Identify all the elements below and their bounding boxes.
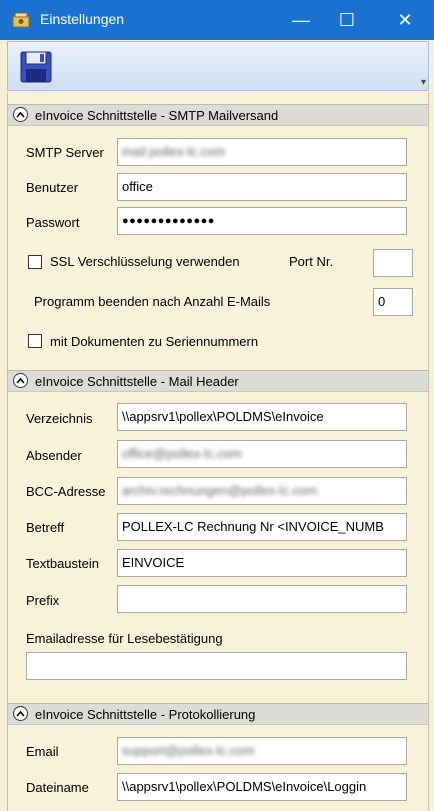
sender-label: Absender (26, 448, 82, 463)
log-email-value: support@pollex-lc.com (122, 743, 255, 758)
save-icon[interactable] (18, 49, 54, 85)
port-label: Port Nr. (289, 254, 334, 269)
section-title: eInvoice Schnittstelle - Protokollierung (35, 707, 256, 722)
collapse-icon[interactable] (13, 107, 28, 122)
smtp-server-input[interactable]: mail.pollex-lc.com (117, 138, 407, 166)
user-label: Benutzer (26, 180, 79, 195)
password-label: Passwort (26, 215, 80, 230)
sender-value: office@pollex-lc.com (122, 446, 242, 461)
read-receipt-input[interactable] (26, 652, 407, 680)
toolbar: ▾ (7, 41, 429, 91)
close-button[interactable]: ✕ (382, 0, 428, 40)
smtp-server-value: mail.pollex-lc.com (122, 144, 226, 159)
log-file-label: Dateiname (26, 780, 89, 795)
section-title: eInvoice Schnittstelle - SMTP Mailversan… (35, 108, 279, 123)
prefix-label: Prefix (26, 593, 60, 608)
minimize-button[interactable]: — (278, 0, 324, 40)
close-icon: ✕ (397, 9, 413, 30)
ssl-checkbox[interactable] (28, 255, 42, 269)
prefix-input[interactable] (117, 585, 407, 613)
log-email-label: Email (26, 744, 59, 759)
subject-input[interactable]: POLLEX-LC Rechnung Nr <INVOICE_NUMB (117, 513, 407, 541)
maximize-button[interactable]: ☐ (324, 0, 370, 40)
port-input[interactable] (373, 249, 413, 277)
section-mail-header-header[interactable]: eInvoice Schnittstelle - Mail Header (8, 370, 428, 392)
quit-after-input[interactable]: 0 (373, 288, 413, 316)
text-block-label: Textbaustein (26, 556, 99, 571)
password-input[interactable]: ●●●●●●●●●●●●● (117, 207, 407, 235)
subject-label: Betreff (26, 520, 65, 535)
settings-panel: eInvoice Schnittstelle - SMTP Mailversan… (7, 92, 429, 811)
log-file-input[interactable]: \\appsrv1\pollex\POLDMS\eInvoice\Loggin (117, 773, 407, 801)
directory-label: Verzeichnis (26, 411, 93, 426)
collapse-icon[interactable] (13, 373, 28, 388)
settings-app-icon (12, 12, 30, 28)
docs-checkbox[interactable] (28, 334, 42, 348)
section-title: eInvoice Schnittstelle - Mail Header (35, 374, 239, 389)
window-title: Einstellungen (40, 11, 125, 27)
text-block-input[interactable]: EINVOICE (117, 549, 407, 577)
bcc-label: BCC-Adresse (26, 484, 106, 499)
section-smtp-header[interactable]: eInvoice Schnittstelle - SMTP Mailversan… (8, 104, 428, 126)
user-input[interactable]: office (117, 173, 407, 201)
minimize-icon: — (292, 9, 310, 30)
bcc-input[interactable]: archiv.rechnungen@pollex-lc.com (117, 477, 407, 505)
bcc-value: archiv.rechnungen@pollex-lc.com (122, 483, 318, 498)
read-receipt-label: Emailadresse für Lesebestätigung (26, 631, 223, 646)
toolbar-overflow-icon[interactable]: ▾ (421, 77, 426, 88)
smtp-server-label: SMTP Server (26, 145, 104, 160)
collapse-icon[interactable] (13, 706, 28, 721)
ssl-label: SSL Verschlüsselung verwenden (50, 254, 240, 269)
sender-input[interactable]: office@pollex-lc.com (117, 440, 407, 468)
maximize-icon: ☐ (338, 9, 356, 30)
docs-label: mit Dokumenten zu Seriennummern (50, 334, 259, 349)
section-logging-header[interactable]: eInvoice Schnittstelle - Protokollierung (8, 703, 428, 725)
quit-after-label: Programm beenden nach Anzahl E-Mails (34, 294, 271, 309)
title-bar: Einstellungen — ☐ ✕ (0, 0, 434, 40)
directory-input[interactable]: \\appsrv1\pollex\POLDMS\eInvoice (117, 403, 407, 431)
log-email-input[interactable]: support@pollex-lc.com (117, 737, 407, 765)
